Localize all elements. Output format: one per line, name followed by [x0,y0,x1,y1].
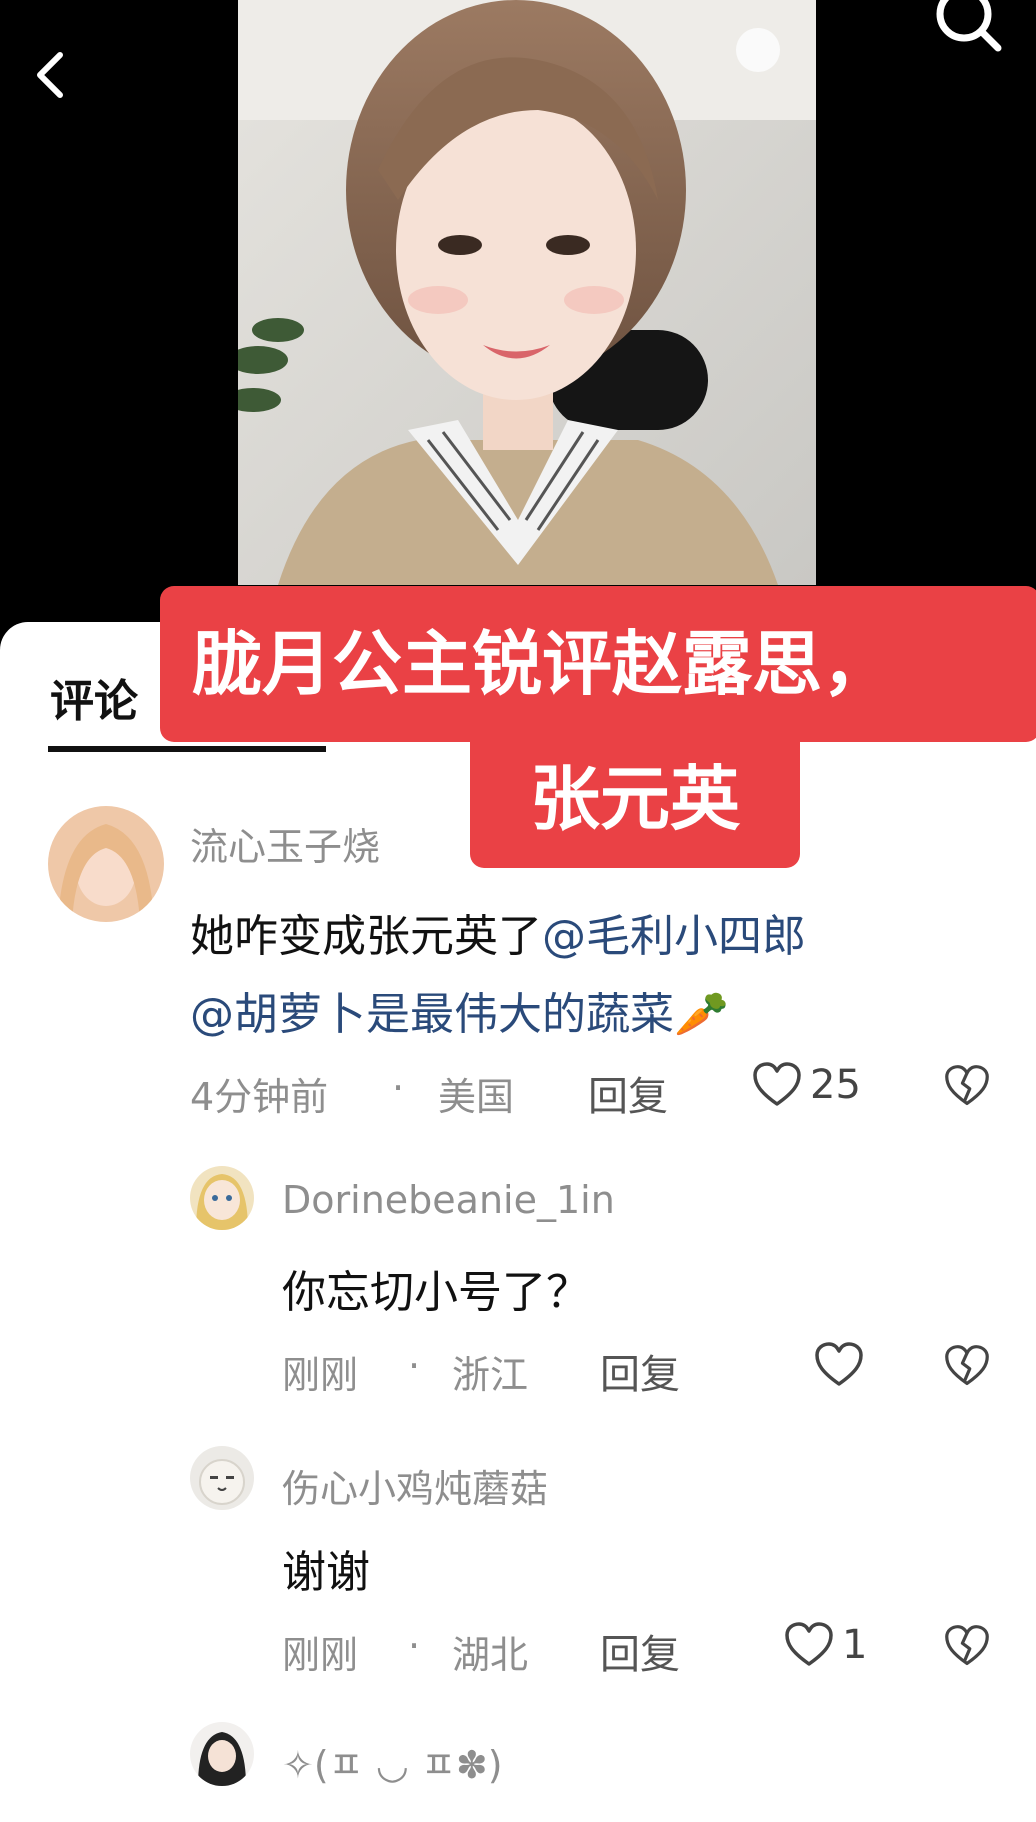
comment-text: 谢谢 [282,1547,370,1598]
heart-icon [815,1342,863,1386]
heart-icon [753,1062,801,1106]
reply-button[interactable]: 回复 [588,1064,668,1122]
broken-heart-icon [945,1345,989,1386]
comment-location: 美国 [438,1075,515,1119]
avatar-image [48,806,164,922]
mention-link[interactable]: @胡萝卜是最伟大的蔬菜 [190,989,674,1040]
overlay-title-line2: 张元英 [470,730,800,868]
heart-icon [785,1622,833,1666]
broken-heart-icon [945,1065,989,1106]
like-button[interactable] [814,1342,864,1388]
avatar[interactable] [190,1166,254,1230]
reply-button[interactable]: 回复 [600,1342,680,1400]
like-button[interactable]: 25 [752,1062,861,1108]
search-button[interactable] [930,0,1010,55]
back-button[interactable] [30,45,70,105]
tab-comments[interactable]: 评论 [50,665,138,729]
mention-link[interactable]: @毛利小四郎 [542,911,806,962]
comment-username[interactable]: 流心玉子烧 [190,816,380,871]
comment-location: 湖北 [452,1633,529,1677]
comment-text-line2: @胡萝卜是最伟大的蔬菜🥕 [190,978,729,1042]
broken-heart-icon [945,1625,989,1666]
screen: 评论 胧月公主锐评赵露思， 张元英 流心玉子烧 她咋变成张元英了@毛利小四郎 @… [0,0,1036,1822]
like-count: 25 [810,1062,861,1108]
overlay-title-line1: 胧月公主锐评赵露思， [160,586,1036,742]
comment-time: 刚刚 [282,1353,359,1397]
tab-underline [48,746,326,752]
comment-text: 她咋变成张元英了@毛利小四郎 [190,900,806,964]
comment-text-body: 她咋变成张元英了 [190,911,542,962]
avatar-image [190,1446,254,1510]
comment-time: 4分钟前 [190,1075,329,1119]
avatar[interactable] [48,806,164,922]
avatar[interactable] [190,1446,254,1510]
back-icon [37,52,63,98]
comment-text: 你忘切小号了？ [282,1267,590,1318]
like-button[interactable]: 1 [784,1622,867,1668]
avatar-image [190,1166,254,1230]
avatar-image [190,1722,254,1786]
reply-button[interactable]: 回复 [600,1622,680,1680]
like-count: 1 [842,1622,868,1668]
video-player[interactable] [238,0,816,585]
meta-separator: · [408,1344,421,1388]
comment-username[interactable]: 伤心小鸡炖蘑菇 [282,1458,548,1513]
dislike-button[interactable] [944,1344,990,1388]
dislike-button[interactable] [944,1064,990,1108]
comment-username[interactable]: Dorinebeanie_1in [282,1178,615,1222]
search-icon [936,0,1002,52]
meta-separator: · [408,1624,421,1668]
carrot-emoji: 🥕 [674,989,729,1040]
meta-separator: · [392,1066,405,1110]
dislike-button[interactable] [944,1624,990,1668]
comment-username[interactable]: ✧(ㅍ ◡ ㅍ✽) [282,1734,503,1789]
comment-location: 浙江 [452,1353,529,1397]
comment-time: 刚刚 [282,1633,359,1677]
video-frame-image [238,0,816,585]
avatar[interactable] [190,1722,254,1786]
